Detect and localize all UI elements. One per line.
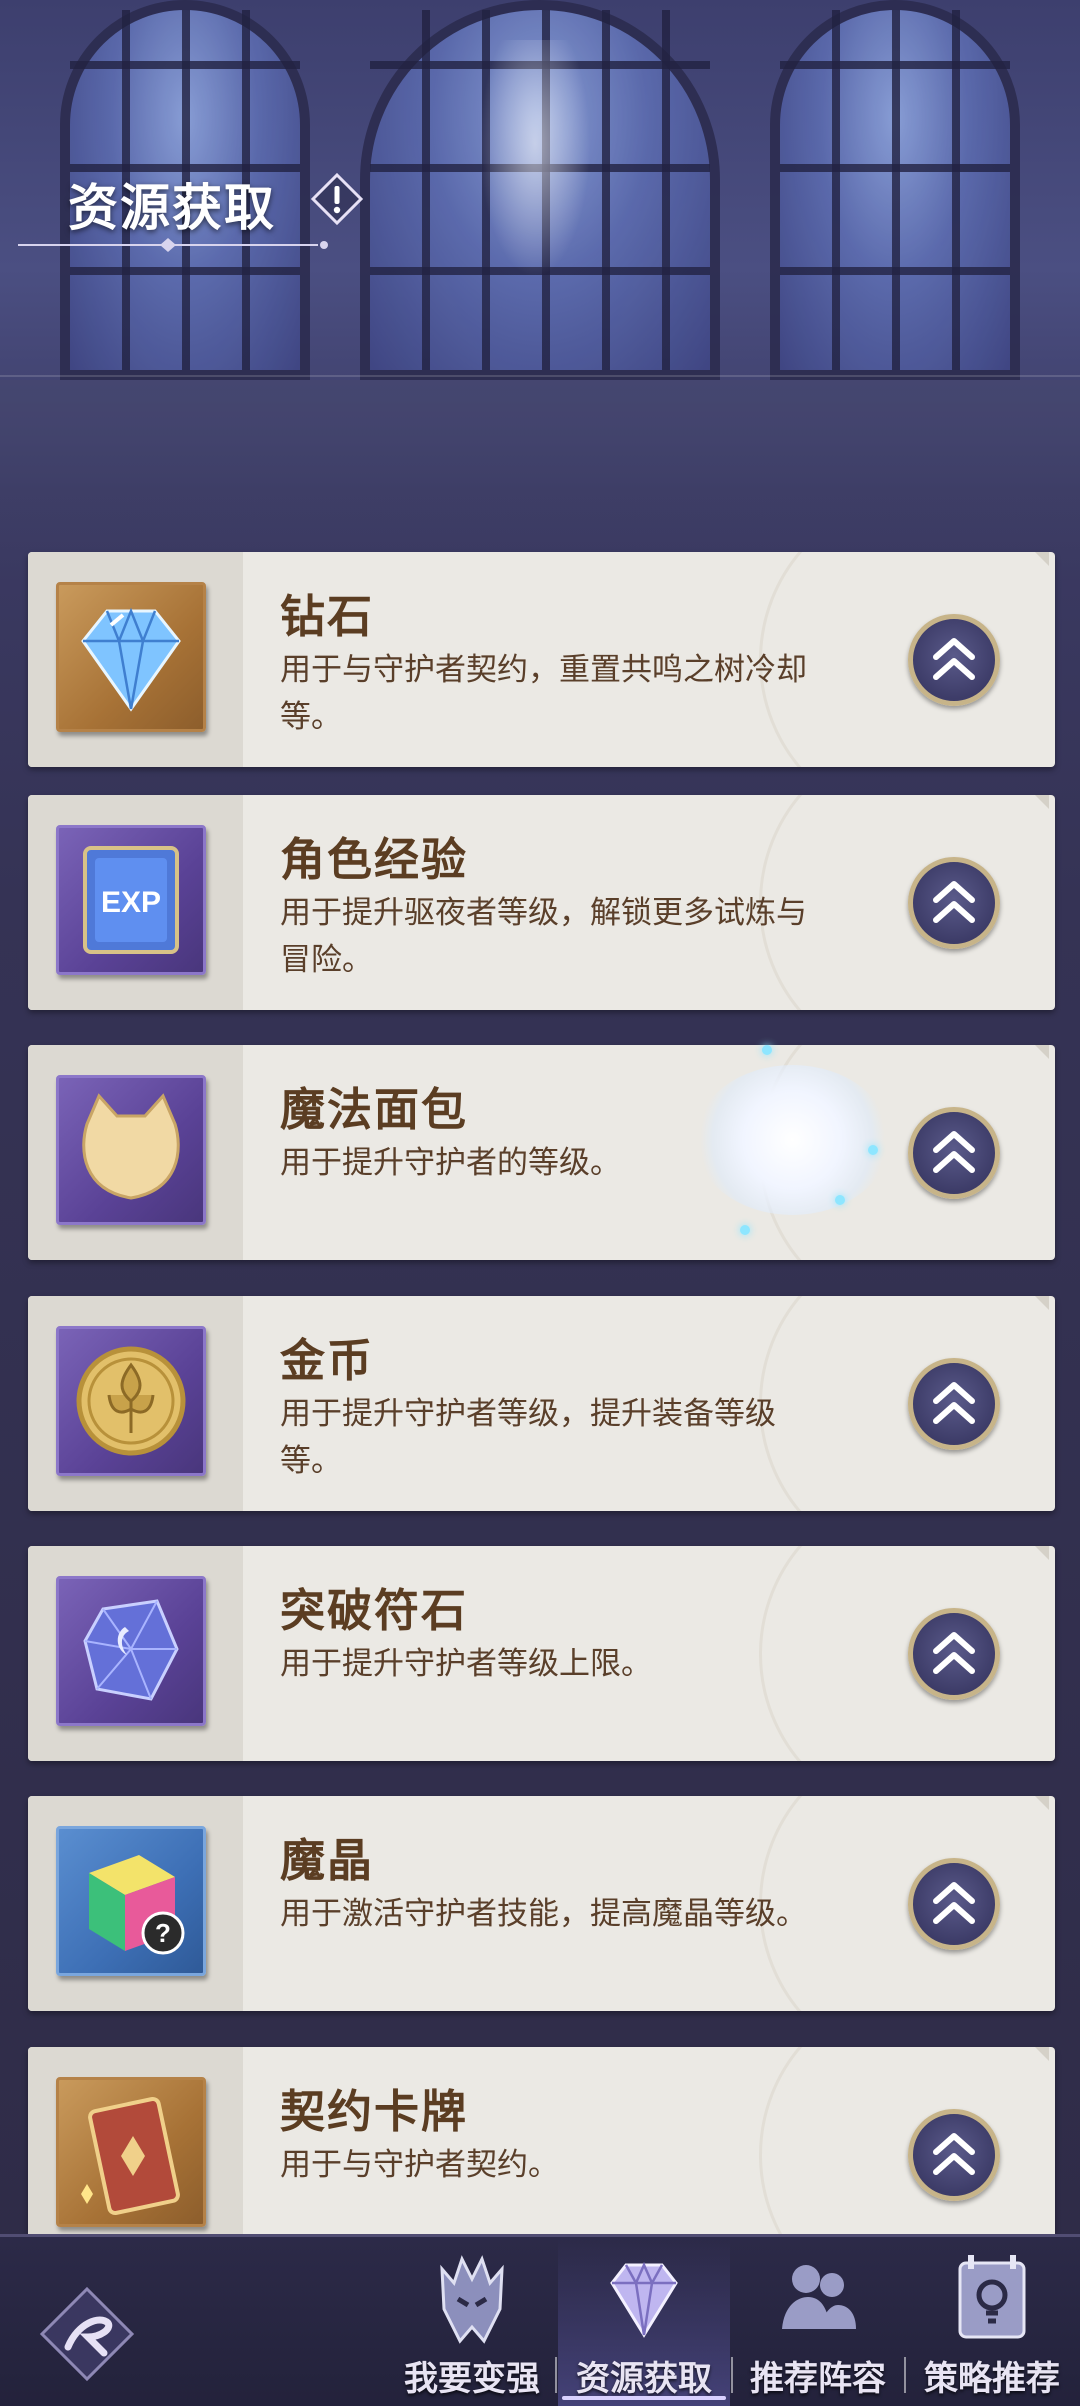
- resource-card-3: 魔法面包 用于提升守护者的等级。: [28, 1045, 1055, 1260]
- resource-icon-frame: EXP: [56, 825, 206, 975]
- double-chevron-up-icon: [933, 1632, 975, 1674]
- page-title: 资源获取: [68, 178, 276, 237]
- resource-name: 魔法面包: [280, 1083, 469, 1136]
- resource-description: 用于激活守护者技能，提高魔晶等级。: [280, 1896, 807, 1932]
- resource-card-1: 钻石 用于与守护者契约，重置共鸣之树冷却等。: [28, 552, 1055, 767]
- info-button[interactable]: [310, 172, 364, 226]
- rune-crystal-icon: [83, 1599, 179, 1701]
- obtain-button[interactable]: [908, 857, 1000, 949]
- tab-label: 我要变强: [404, 2359, 540, 2399]
- diamond-icon: [610, 2261, 678, 2338]
- resource-icon-frame: [56, 1075, 206, 1225]
- obtain-button[interactable]: [908, 1107, 1000, 1199]
- resource-icon-frame: [56, 1326, 206, 1476]
- bottom-nav: 我要变强 资源获取 推荐阵容 策略推荐: [0, 2234, 1080, 2406]
- resource-icon-frame: [56, 582, 206, 732]
- window-right: [770, 0, 1020, 380]
- exp-book-icon: EXP: [83, 846, 179, 954]
- double-chevron-up-icon: [933, 1382, 975, 1424]
- tab-label: 推荐阵容: [750, 2359, 886, 2399]
- rainbow-cube-icon: ?: [89, 1855, 185, 1955]
- game-logo-button[interactable]: [38, 2285, 136, 2383]
- diamond-icon: [81, 607, 181, 712]
- tab-label: 资源获取: [576, 2359, 712, 2399]
- team-icon: [782, 2265, 856, 2329]
- game-logo-icon: [39, 2286, 135, 2382]
- helmet-icon: [440, 2255, 504, 2344]
- resource-name: 魔晶: [280, 1834, 375, 1887]
- svg-text:EXP: EXP: [101, 886, 161, 919]
- resource-card-5: 突破符石 用于提升守护者等级上限。: [28, 1546, 1055, 1761]
- resource-card-4: 金币 用于提升守护者等级，提升装备等级等。: [28, 1296, 1055, 1511]
- tab-recommended-team[interactable]: 推荐阵容: [732, 2237, 904, 2406]
- resource-description: 用于与守护者契约。: [280, 2147, 559, 2183]
- resource-icon-frame: [56, 1576, 206, 1726]
- resource-card-2: EXP 角色经验 用于提升驱夜者等级，解锁更多试炼与冒险。: [28, 795, 1055, 1010]
- tab-resources[interactable]: 资源获取: [558, 2237, 730, 2406]
- obtain-button[interactable]: [908, 614, 1000, 706]
- svg-text:?: ?: [155, 1918, 171, 1948]
- resource-description: 用于提升守护者等级，提升装备等级等。: [280, 1396, 776, 1479]
- resource-card-7: 契约卡牌 用于与守护者契约。: [28, 2047, 1055, 2262]
- resource-description: 用于提升驱夜者等级，解锁更多试炼与冒险。: [280, 895, 807, 978]
- double-chevron-up-icon: [933, 638, 975, 680]
- double-chevron-up-icon: [933, 2133, 975, 2175]
- tab-get-stronger[interactable]: 我要变强: [386, 2237, 558, 2406]
- obtain-button[interactable]: [908, 1608, 1000, 1700]
- gold-coin-icon: [76, 1346, 186, 1456]
- resource-card-6: ? 魔晶 用于激活守护者技能，提高魔晶等级。: [28, 1796, 1055, 2011]
- star-ornament: [470, 40, 600, 300]
- resource-description: 用于与守护者契约，重置共鸣之树冷却等。: [280, 652, 807, 735]
- tab-label: 策略推荐: [924, 2359, 1060, 2399]
- resource-icon-frame: [56, 2077, 206, 2227]
- resource-name: 金币: [280, 1334, 375, 1387]
- resource-name: 突破符石: [280, 1584, 469, 1637]
- double-chevron-up-icon: [933, 1882, 975, 1924]
- strategy-book-icon: [958, 2255, 1026, 2339]
- resource-icon-frame: ?: [56, 1826, 206, 1976]
- obtain-button[interactable]: [908, 1358, 1000, 1450]
- resource-name: 角色经验: [280, 833, 469, 886]
- title-ornament: [18, 238, 328, 252]
- cat-bread-icon: [82, 1093, 180, 1200]
- resource-name: 契约卡牌: [280, 2085, 469, 2138]
- obtain-button[interactable]: [908, 1858, 1000, 1950]
- double-chevron-up-icon: [933, 881, 975, 923]
- obtain-button[interactable]: [908, 2109, 1000, 2201]
- tab-strategy[interactable]: 策略推荐: [906, 2237, 1078, 2406]
- resource-name: 钻石: [280, 590, 375, 643]
- double-chevron-up-icon: [933, 1131, 975, 1173]
- sparkle-effect: [695, 1065, 890, 1215]
- resource-description: 用于提升守护者等级上限。: [280, 1646, 652, 1682]
- warning-diamond-icon: [310, 172, 364, 226]
- contract-card-icon: [81, 2096, 180, 2216]
